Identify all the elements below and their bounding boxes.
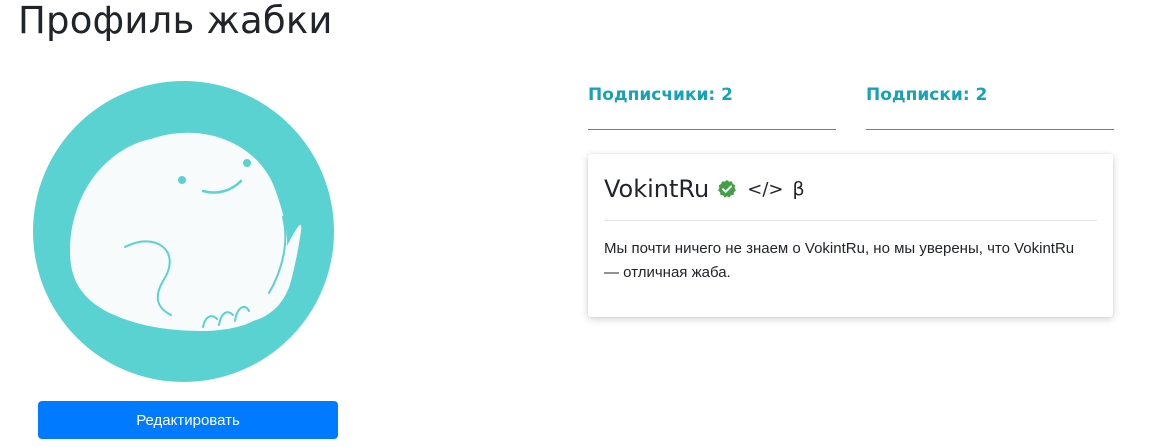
username: VokintRu bbox=[604, 175, 710, 203]
developer-code-icon: </> bbox=[747, 178, 784, 200]
following-stat[interactable]: Подписки: 2 bbox=[866, 83, 1114, 130]
profile-card: VokintRu </> β Мы почти ничего не знаем … bbox=[588, 154, 1113, 317]
profile-card-header: VokintRu </> β bbox=[604, 171, 805, 207]
edit-profile-button[interactable]: Редактировать bbox=[38, 401, 338, 439]
profile-description: Мы почти ничего не знаем о VokintRu, но … bbox=[604, 240, 1075, 281]
frog-avatar-icon bbox=[33, 81, 334, 382]
beta-icon: β bbox=[792, 178, 805, 200]
following-label[interactable]: Подписки: 2 bbox=[866, 83, 987, 107]
followers-label[interactable]: Подписчики: 2 bbox=[588, 83, 733, 107]
page-title: Профиль жабки bbox=[18, 0, 333, 42]
verified-check-icon bbox=[717, 179, 737, 199]
followers-stat[interactable]: Подписчики: 2 bbox=[588, 83, 836, 130]
avatar bbox=[33, 81, 334, 382]
card-divider bbox=[604, 220, 1097, 221]
